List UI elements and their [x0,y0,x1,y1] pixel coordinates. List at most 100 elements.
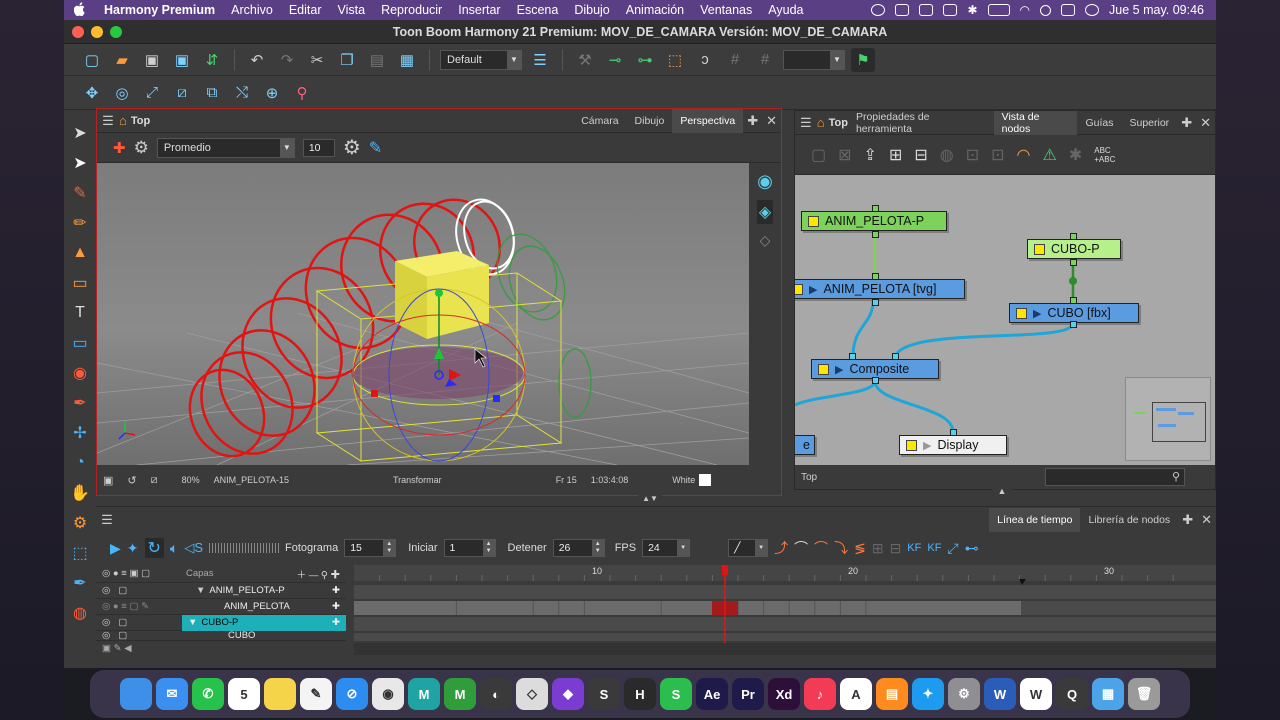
paint-bucket-icon[interactable]: ◉ [67,360,93,386]
node-tool-8-icon[interactable]: ⊡ [991,145,1004,165]
dock-storyboard-icon[interactable]: S [660,678,692,710]
interpolation-dropdown[interactable]: ╱ ▼ [728,539,769,557]
fps-field[interactable]: 24 ▼ [642,539,691,557]
add-icon[interactable]: ✚ [332,585,346,596]
dock-maya-icon[interactable]: M [408,678,440,710]
maintain-size-icon[interactable]: ⧉ [200,81,224,105]
stepper-icon[interactable]: ▲ ▼ [591,540,604,556]
loop-icon[interactable]: ↻ [144,538,164,558]
workspace-dropdown[interactable]: Default ▼ [440,49,522,70]
dock-visual-studio-icon[interactable]: ◆ [552,678,584,710]
layers-icon[interactable]: ◈ [756,200,774,224]
dock-chrome-icon[interactable]: ◉ [372,678,404,710]
dock-freeform-icon[interactable]: ✎ [300,678,332,710]
close-window-button[interactable] [72,25,84,38]
text-icon[interactable]: T [67,300,93,326]
minimize-window-button[interactable] [91,25,103,38]
camera-breadcrumb[interactable]: Top [131,115,150,127]
ungroup-node-icon[interactable]: ⊟ [914,145,927,165]
eraser-icon[interactable]: ▭ [67,270,93,296]
dock-xd-icon[interactable]: Xd [768,678,800,710]
stepper-icon[interactable]: ▲ ▼ [383,540,396,556]
tab-node-library[interactable]: Librería de nodos [1080,508,1178,532]
detener-field[interactable]: 26 ▲ ▼ [552,539,605,557]
cutter-icon[interactable]: ✢ [67,420,93,446]
tab-tool-properties[interactable]: Propiedades de herramienta [848,111,994,135]
settings-icon[interactable]: ⚙ [134,138,149,158]
node-port[interactable] [1070,233,1077,240]
bounding-box-icon[interactable]: ⬚ [663,48,687,72]
hammer-icon[interactable]: ⚒ [573,48,597,72]
add-keyframe-icon[interactable]: KF [907,542,921,554]
dock-mail-icon[interactable]: ✉ [156,678,188,710]
layer-row[interactable]: ◎ ▢ CUBO [96,631,346,641]
bluetooth-icon[interactable]: ✱ [967,3,977,17]
dock-premiere-icon[interactable]: Pr [732,678,764,710]
node-port[interactable] [872,377,879,384]
move-icon[interactable]: ✥ [80,81,104,105]
keyframe-dup-icon[interactable]: ⊟ [890,540,902,557]
node-enable-toggle[interactable] [1016,307,1027,319]
zoom-level[interactable]: 80% [182,475,200,485]
menu-reproducir[interactable]: Reproducir [373,3,450,17]
add-tab-icon[interactable]: ✚ [743,109,762,133]
add-tab-icon[interactable]: ✚ [1178,508,1197,532]
node-port[interactable] [872,231,879,238]
sound-scrub-icon[interactable]: ◁S [184,540,203,556]
dock-trash-icon[interactable]: 🗑 [1128,678,1160,710]
remove-keyframe-icon[interactable]: KF [927,542,941,554]
spline-offset-icon[interactable]: ⤭ [230,81,254,105]
node-port[interactable] [872,299,879,306]
node-search-input[interactable]: ⚲ [1045,468,1185,486]
home-icon[interactable]: ⌂ [817,115,825,130]
menu-clock[interactable]: Jue 5 may. 09:46 [1109,3,1204,17]
scale-icon[interactable]: ⤢ [140,81,164,105]
timeline-frames[interactable]: 10 20 30 [354,565,1216,655]
playback-speed-slider[interactable] [209,543,279,553]
panel-menu-icon[interactable]: ☰ [96,512,118,528]
render-preview-icon[interactable]: ✎ [369,138,382,158]
menu-ventanas[interactable]: Ventanas [692,3,760,17]
reset-view-icon[interactable]: ↺ [127,474,136,487]
dock-twitter-icon[interactable]: ✦ [912,678,944,710]
node-tool-1-icon[interactable]: ▢ [811,145,826,165]
close-tab-icon[interactable]: ✕ [762,109,781,133]
drive-icon[interactable] [895,4,910,16]
gear-icon[interactable]: ⚙ [343,135,361,160]
green-flag-icon[interactable]: ⚑ [851,47,875,72]
menu-dibujo[interactable]: Dibujo [566,3,617,17]
node-enable-toggle[interactable] [795,283,803,295]
fotograma-field[interactable]: 15 ▲ ▼ [344,539,397,557]
dock-sublime-icon[interactable]: S [588,678,620,710]
z-handle[interactable] [493,395,500,402]
color-dropdown[interactable]: ▼ [783,49,845,70]
curve-icon[interactable]: ↄ [693,48,717,72]
node-enable-toggle[interactable] [808,215,819,227]
menu-animacion[interactable]: Animación [618,3,692,17]
add-icon[interactable]: ✚ [332,617,346,628]
layer-toggles[interactable]: ◎ ▢ [96,631,208,640]
dock-harmony-icon[interactable]: H [624,678,656,710]
node-port[interactable] [1070,321,1077,328]
dock-mex-icon[interactable]: M [444,678,476,710]
redo-icon[interactable]: ↷ [275,48,299,72]
contour-editor-icon[interactable]: ➤ [67,150,93,176]
node-tool-7-icon[interactable]: ⊡ [966,145,979,165]
skew-icon[interactable]: ⧄ [170,81,194,105]
node-tool-9-icon[interactable]: ◠ [1017,145,1031,165]
node-tool-2-icon[interactable]: ⊠ [838,145,851,165]
brush-size-field[interactable]: 10 [302,138,335,157]
tab-guides[interactable]: Guías [1077,111,1121,135]
node-composite[interactable]: ▶ Composite [811,359,939,379]
eye-icon[interactable]: ◉ [757,171,773,192]
play-selection-icon[interactable]: ✦ [127,540,139,557]
y-axis-handle[interactable] [435,289,443,297]
dock-books-icon[interactable]: ▤ [876,678,908,710]
inverse-kinematics-icon[interactable]: ⚲ [290,81,314,105]
splitter-up-icon[interactable]: ▲▼ [638,494,662,504]
node-partial-offscreen[interactable]: e [795,435,815,455]
abc-icon[interactable]: ABC +ABC [1094,146,1115,164]
ease-in-icon[interactable]: ⤴ [774,538,788,558]
screen-mirror-icon[interactable] [919,4,934,16]
node-breadcrumb[interactable]: Top [829,117,848,129]
